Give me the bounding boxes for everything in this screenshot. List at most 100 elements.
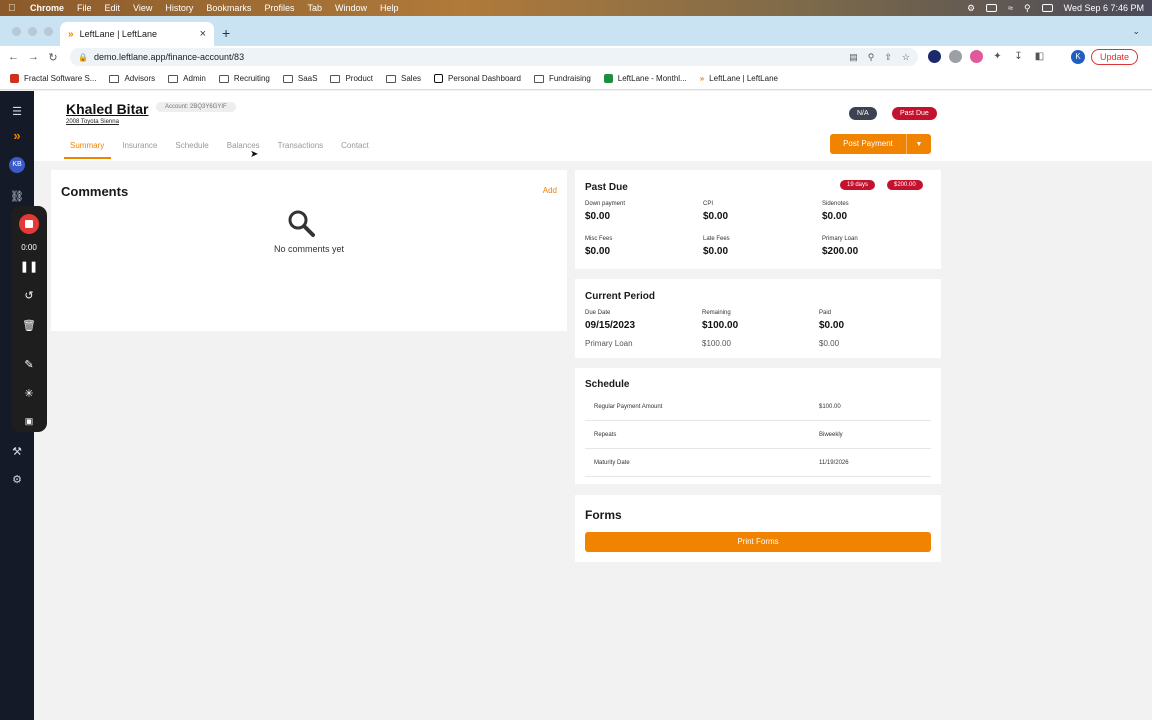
magic-wand-icon[interactable]: ✳ [11,387,47,400]
stop-icon[interactable] [19,214,39,234]
menu-profiles[interactable]: Profiles [264,3,294,13]
forms-title: Forms [585,508,622,522]
menu-view[interactable]: View [133,3,152,13]
menu-bookmarks[interactable]: Bookmarks [206,3,251,13]
comments-card: Comments Add No comments yet [51,170,567,331]
leftlane-logo-icon[interactable]: » [0,128,34,143]
control-center-icon[interactable] [1041,4,1053,12]
browser-tab[interactable]: » LeftLane | LeftLane × [60,22,214,46]
bookmark-personal-dashboard[interactable]: Personal Dashboard [434,74,521,83]
add-comment-button[interactable]: Add [543,186,557,195]
tab-insurance[interactable]: Insurance [116,141,164,159]
remaining-label: Remaining [702,310,731,316]
tab-schedule[interactable]: Schedule [169,141,215,159]
clock[interactable]: Wed Sep 6 7:46 PM [1064,3,1144,13]
bookmark-label: LeftLane - Monthl... [617,74,687,83]
folder-icon [282,74,293,83]
no-comments-text: No comments yet [273,244,345,254]
tab-transactions[interactable]: Transactions [272,141,331,159]
pen-icon[interactable]: ✎ [11,358,47,371]
search-icon[interactable]: ⚲ [1024,3,1031,14]
status-badge-na: N/A [849,107,877,120]
extension-1-icon[interactable] [928,50,941,63]
misc-fees-value: $0.00 [585,246,611,257]
tab-balances[interactable]: Balances [221,141,267,159]
battery-icon[interactable] [986,4,998,12]
profile-avatar[interactable]: K [1071,50,1085,64]
tab-summary[interactable]: Summary [64,141,112,159]
zoom-icon[interactable]: ⚲ [868,52,875,63]
bookmark-label: Admin [183,74,206,83]
update-button[interactable]: Update [1091,49,1139,65]
bookmark-leftlane-monthly[interactable]: LeftLane - Monthl... [603,74,687,83]
os-menubar:  Chrome File Edit View History Bookmark… [0,0,1152,16]
post-payment-label[interactable]: Post Payment [830,134,907,154]
apple-icon[interactable]:  [8,3,20,14]
menu-window[interactable]: Window [335,3,367,13]
menu-tab[interactable]: Tab [307,3,322,13]
address-bar[interactable]: 🔒 demo.leftlane.app/finance-account/83 ▤… [70,48,918,66]
chevron-down-icon[interactable]: ▼ [907,141,931,148]
customer-name[interactable]: Khaled Bitar [66,101,148,117]
settings-icon[interactable]: ⚙ [0,473,34,486]
bookmark-advisors[interactable]: Advisors [109,74,155,83]
bookmark-fundraising[interactable]: Fundraising [533,74,591,83]
install-app-icon[interactable]: ▤ [849,52,858,63]
primary-loan-value: $200.00 [822,246,859,257]
lock-icon[interactable]: 🔒 [78,53,88,62]
bookmark-sales[interactable]: Sales [386,74,421,83]
close-tab-icon[interactable]: × [200,28,206,40]
stop-recording-button[interactable] [11,214,47,237]
bookmark-recruiting[interactable]: Recruiting [218,74,270,83]
sidebar-icon[interactable]: ◧ [1033,50,1046,63]
tab-contact[interactable]: Contact [335,141,376,159]
maximize-window-button[interactable] [44,27,53,36]
print-forms-button[interactable]: Print Forms [585,532,931,552]
bookmarks-bar: Fractal Software S... Advisors Admin Rec… [0,68,1152,90]
tools-icon[interactable]: ⚒ [0,445,34,458]
extension-2-icon[interactable] [949,50,962,63]
wifi-icon[interactable]: ≈ [1008,3,1013,13]
trash-icon[interactable]: 🗑 [11,319,47,332]
schedule-row-key: Repeats [594,432,617,438]
menu-file[interactable]: File [77,3,92,13]
post-payment-button[interactable]: Post Payment ▼ [830,134,931,154]
browser-tab-strip: » LeftLane | LeftLane × + ⌄ [0,16,1152,46]
bookmark-star-icon[interactable]: ☆ [902,52,910,63]
share-icon[interactable]: ⇧ [884,52,892,63]
down-payment-value: $0.00 [585,211,611,222]
bookmark-admin[interactable]: Admin [168,74,206,83]
close-window-button[interactable] [12,27,21,36]
back-icon[interactable]: ← [8,51,19,63]
vehicle-link[interactable]: 2008 Toyota Sienna [66,119,119,125]
menu-help[interactable]: Help [380,3,399,13]
reload-icon[interactable]: ↻ [48,51,58,64]
puzzle-extensions-icon[interactable]: ✦ [991,50,1004,63]
restart-icon[interactable]: ↺ [11,289,47,302]
url-text[interactable]: demo.leftlane.app/finance-account/83 [94,52,849,62]
menu-app-name[interactable]: Chrome [30,3,64,13]
bookmark-fractal[interactable]: Fractal Software S... [10,74,96,83]
forward-icon[interactable]: → [28,51,39,63]
menu-edit[interactable]: Edit [105,3,121,13]
bookmark-saas[interactable]: SaaS [282,74,317,83]
user-avatar[interactable]: KB [0,157,34,173]
bookmark-product[interactable]: Product [330,74,373,83]
late-fees-value: $0.00 [703,246,729,257]
tab-search-chevron-icon[interactable]: ⌄ [1132,26,1140,37]
pause-icon[interactable]: ❚❚ [11,260,47,273]
new-tab-icon[interactable]: + [222,25,230,41]
menu-history[interactable]: History [165,3,193,13]
minimize-window-button[interactable] [28,27,37,36]
car-icon[interactable]: ⛓ [0,190,34,203]
hamburger-menu-icon[interactable]: ☰ [0,105,34,118]
account-header: Khaled Bitar Account: 2BQ3Y6GYIF 2008 To… [34,91,1152,161]
browser-toolbar: ← → ↻ 🔒 demo.leftlane.app/finance-accoun… [0,46,1152,68]
extension-3-icon[interactable] [970,50,983,63]
gear-status-icon[interactable]: ⚙ [967,3,975,14]
down-payment-label: Down payment [585,201,626,207]
bookmark-leftlane[interactable]: » LeftLane | LeftLane [700,74,778,83]
extensions-area: ✦ ↧ ◧ [928,50,1046,63]
camera-icon[interactable]: ▣ [11,416,47,427]
download-icon[interactable]: ↧ [1012,50,1025,63]
